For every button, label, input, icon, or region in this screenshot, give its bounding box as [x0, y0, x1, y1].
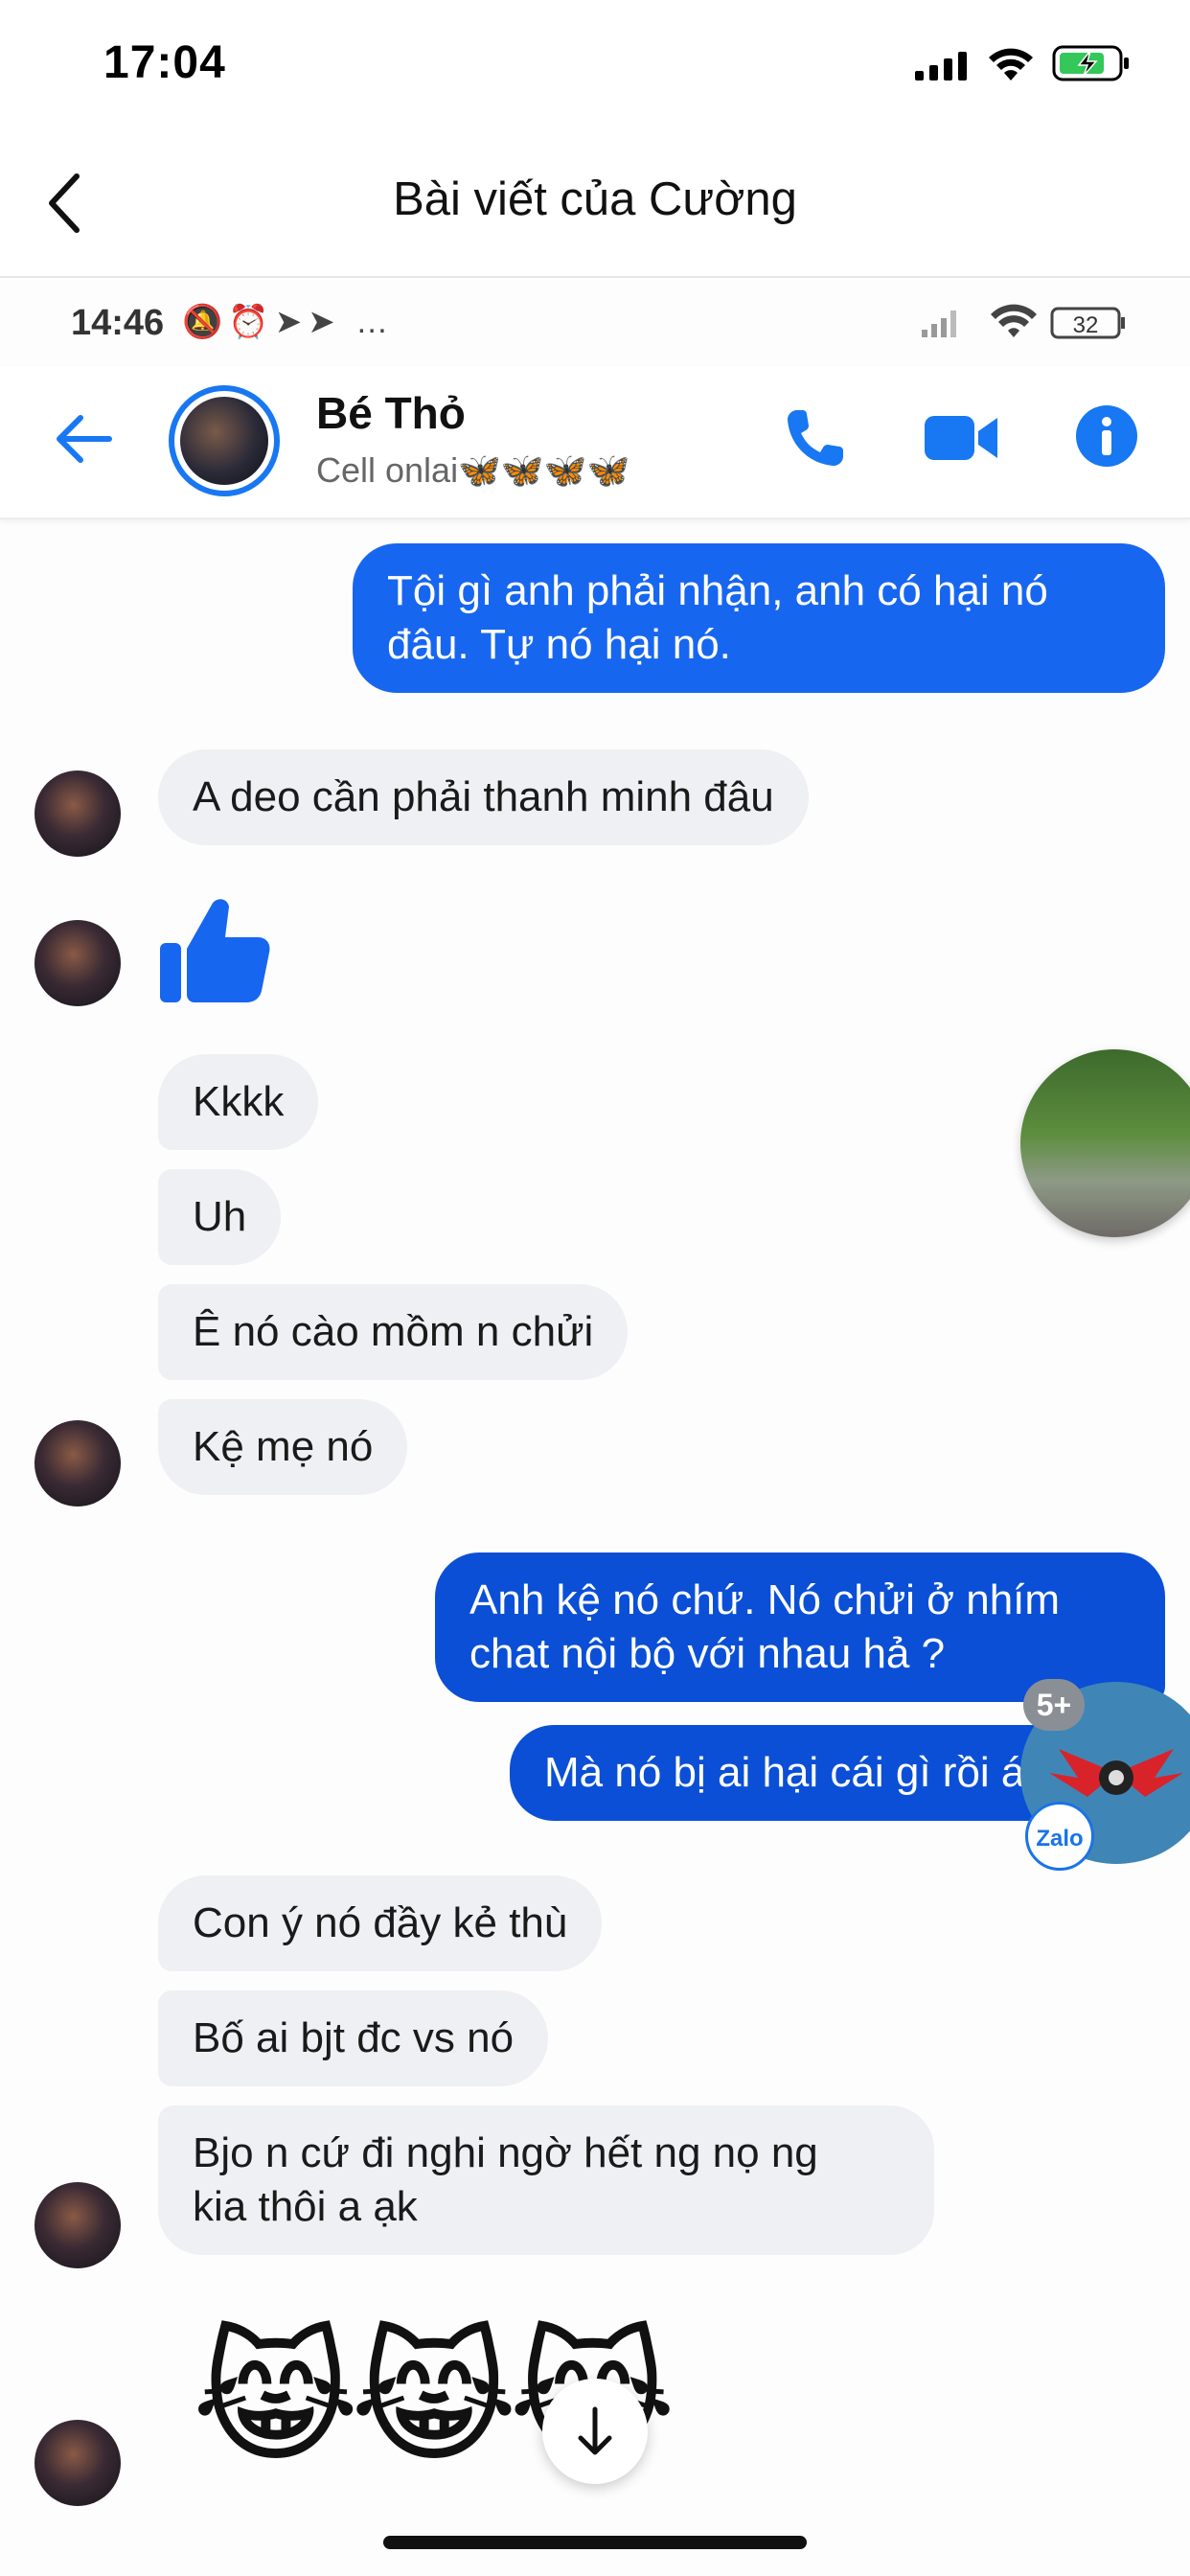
message-line: kia thôi a ạk — [193, 2183, 418, 2230]
sender-avatar[interactable] — [34, 2182, 121, 2268]
phone-call-icon[interactable] — [784, 406, 847, 470]
telegram-icon: ➤ — [274, 304, 309, 340]
home-indicator[interactable] — [383, 2536, 807, 2549]
post-nav-bar: Bài viết của Cường — [0, 134, 1190, 278]
alarm-icon: ⏰ — [228, 304, 275, 340]
ios-time: 17:04 — [103, 37, 226, 88]
arrow-down-icon — [578, 2406, 612, 2455]
ios-status-bar: 17:04 — [0, 0, 1190, 129]
inner-wifi-icon — [991, 304, 1037, 337]
message-text: Uh — [193, 1193, 247, 1240]
message-text: A deo cần phải thanh minh đâu — [193, 773, 774, 820]
incoming-message[interactable]: Uh — [158, 1169, 282, 1265]
message-text: Ê nó cào mồm n chửi — [193, 1308, 594, 1355]
inner-signal-icon — [922, 310, 956, 337]
zalo-app-label: Zalo — [1025, 1802, 1094, 1871]
message-text: Con ý nó đầy kẻ thù — [193, 1899, 568, 1946]
telegram-icon-2: ➤ — [308, 304, 341, 340]
incoming-message[interactable]: Bjo n cứ đi nghi ngờ hết ng nọ ng kia th… — [158, 2105, 934, 2255]
inner-system-icons: 32 — [922, 304, 1125, 339]
outgoing-message[interactable]: Tội gì anh phải nhận, anh có hại nó đâu.… — [353, 543, 1165, 693]
inner-battery-level: 32 — [1073, 312, 1099, 338]
wifi-icon — [989, 48, 1033, 80]
sender-avatar[interactable] — [34, 2420, 121, 2506]
chat-header: Bé Thỏ Cell onlai🦋🦋🦋🦋 — [0, 366, 1190, 519]
scroll-down-button[interactable] — [542, 2379, 648, 2484]
contact-avatar[interactable] — [169, 385, 280, 496]
message-text: Kệ mẹ nó — [193, 1423, 374, 1470]
cellular-signal-icon — [915, 52, 967, 80]
incoming-message[interactable]: Ê nó cào mồm n chửi — [158, 1284, 629, 1380]
floating-chat-head-photo[interactable] — [1020, 1049, 1190, 1237]
message-line: chat nội bộ với nhau hả ? — [469, 1630, 946, 1677]
message-line: Bjo n cứ đi nghi ngờ hết ng nọ ng — [193, 2129, 818, 2176]
back-arrow-icon[interactable] — [54, 412, 113, 466]
muted-bell-icon: 🔕 — [182, 304, 229, 340]
messenger-screenshot: 14:46 🔕⏰➤➤ … 32 Bé Thỏ Cell onlai🦋🦋🦋🦋 Tộ… — [0, 280, 1190, 2576]
info-icon[interactable] — [1075, 404, 1138, 468]
message-text: Bố ai bjt đc vs nó — [193, 2014, 515, 2061]
battery-charging-icon — [1052, 45, 1129, 81]
sender-avatar[interactable] — [34, 1420, 121, 1506]
video-call-icon[interactable] — [925, 412, 997, 464]
sender-avatar[interactable] — [34, 920, 121, 1006]
page-title: Bài viết của Cường — [393, 173, 797, 225]
incoming-message[interactable]: Con ý nó đầy kẻ thù — [158, 1875, 603, 1971]
inner-notification-icons: 🔕⏰➤➤ … — [182, 303, 394, 341]
outgoing-message[interactable]: Mà nó bị ai hại cái gì rồi á ? — [510, 1725, 1095, 1821]
incoming-message[interactable]: Kệ mẹ nó — [158, 1399, 408, 1495]
message-text: Kkkk — [193, 1078, 285, 1125]
unread-badge: 5+ — [1023, 1679, 1085, 1731]
incoming-message[interactable]: Kkkk — [158, 1054, 319, 1150]
message-line: Anh kệ nó chứ. Nó chửi ở nhím — [469, 1576, 1061, 1623]
contact-name[interactable]: Bé Thỏ — [316, 387, 466, 439]
inner-status-bar: 14:46 🔕⏰➤➤ … 32 — [0, 280, 1190, 366]
sender-avatar[interactable] — [34, 770, 121, 857]
thumbs-up-icon[interactable] — [158, 893, 271, 1006]
incoming-message[interactable]: A deo cần phải thanh minh đâu — [158, 749, 809, 845]
message-text: Mà nó bị ai hại cái gì rồi á ? — [544, 1749, 1061, 1796]
incoming-message[interactable]: Bố ai bjt đc vs nó — [158, 1990, 549, 2086]
contact-status: Cell onlai🦋🦋🦋🦋 — [316, 450, 630, 490]
more-indicator: … — [355, 304, 395, 340]
message-line: đâu. Tự nó hại nó. — [387, 621, 731, 668]
message-line: Tội gì anh phải nhận, anh có hại nó — [387, 567, 1048, 614]
inner-time: 14:46 — [71, 303, 165, 343]
